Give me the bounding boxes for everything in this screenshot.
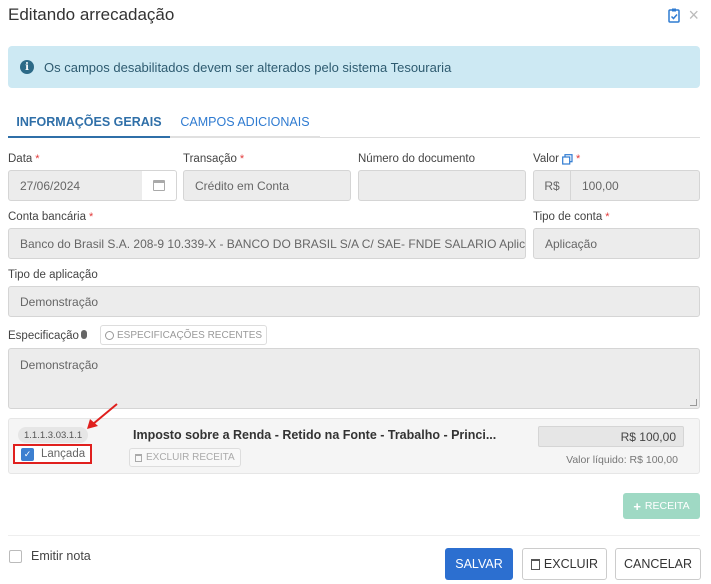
footer-divider: [8, 535, 700, 536]
especificacoes-recentes-button[interactable]: ESPECIFICAÇÕES RECENTES: [100, 325, 268, 345]
especificacoes-recentes-label: ESPECIFICAÇÕES RECENTES: [117, 329, 263, 341]
close-icon[interactable]: ×: [688, 6, 699, 24]
copy-icon[interactable]: [562, 154, 573, 165]
data-label: Data *: [8, 153, 40, 165]
trash-icon: [530, 558, 540, 570]
clipboard-check-icon[interactable]: [666, 7, 682, 23]
excluir-receita-button[interactable]: EXCLUIR RECEITA: [129, 448, 241, 467]
tipo-aplicacao-label: Tipo de aplicação: [8, 269, 98, 281]
currency-addon: R$: [533, 170, 571, 201]
transacao-input[interactable]: Crédito em Conta: [183, 170, 351, 201]
valor-label: Valor *: [533, 153, 581, 165]
calendar-button[interactable]: [142, 170, 177, 201]
especificacao-label: Especificação: [8, 330, 79, 342]
alert-text: Os campos desabilitados devem ser altera…: [44, 59, 452, 75]
tipo-conta-input[interactable]: Aplicação: [533, 228, 700, 259]
receita-code-badge: 1.1.1.3.03.1.1: [18, 427, 89, 443]
tab-informacoes-gerais[interactable]: INFORMAÇÕES GERAIS: [8, 108, 170, 138]
plus-icon: +: [633, 498, 641, 514]
annotation-arrow-icon: [87, 403, 118, 429]
clock-icon: [105, 330, 114, 340]
tab-bar: INFORMAÇÕES GERAIS CAMPOS ADICIONAIS: [8, 108, 700, 138]
delete-button[interactable]: EXCLUIR: [522, 548, 607, 580]
emitir-nota-label: Emitir nota: [31, 549, 91, 563]
receita-title: Imposto sobre a Renda - Retido na Fonte …: [133, 428, 497, 442]
tipo-conta-label: Tipo de conta *: [533, 211, 610, 223]
especificacao-textarea[interactable]: Demonstração: [8, 348, 700, 409]
info-icon: i: [20, 60, 34, 74]
tab-campos-adicionais[interactable]: CAMPOS ADICIONAIS: [170, 108, 320, 138]
cancel-button[interactable]: CANCELAR: [615, 548, 701, 580]
excluir-receita-label: EXCLUIR RECEITA: [146, 452, 235, 463]
data-input[interactable]: 27/06/2024: [8, 170, 143, 201]
checkbox-box[interactable]: [9, 549, 22, 563]
transacao-label: Transação *: [183, 153, 245, 165]
trash-icon: [135, 453, 142, 462]
valor-input[interactable]: 100,00: [570, 170, 700, 201]
numero-documento-label: Número do documento: [358, 153, 475, 165]
emitir-nota-checkbox[interactable]: Emitir nota: [9, 549, 91, 563]
lancada-label: Lançada: [41, 448, 86, 460]
receita-valor[interactable]: R$ 100,00: [538, 426, 684, 447]
especificacao-text: Demonstração: [20, 358, 99, 372]
check-icon[interactable]: ✓: [21, 447, 34, 461]
tipo-aplicacao-input[interactable]: Demonstração: [8, 286, 700, 317]
conta-bancaria-label: Conta bancária *: [8, 211, 94, 223]
lancada-checkbox-highlight[interactable]: ✓ Lançada: [13, 444, 92, 464]
dialog-title: Editando arrecadação: [8, 5, 175, 24]
info-alert: i Os campos desabilitados devem ser alte…: [8, 46, 700, 88]
save-button[interactable]: SALVAR: [445, 548, 513, 580]
valor-liquido: Valor líquido: R$ 100,00: [566, 454, 678, 466]
resize-handle[interactable]: [690, 399, 697, 406]
header-icons: ×: [666, 6, 699, 24]
conta-bancaria-input[interactable]: Banco do Brasil S.A. 208-9 10.339-X - BA…: [8, 228, 526, 259]
numero-documento-input[interactable]: [358, 170, 526, 201]
add-receita-label: RECEITA: [644, 500, 690, 512]
add-receita-button[interactable]: + RECEITA: [623, 493, 700, 519]
microphone-icon[interactable]: [81, 330, 87, 339]
calendar-icon: [153, 180, 165, 191]
delete-label: EXCLUIR: [543, 557, 599, 571]
